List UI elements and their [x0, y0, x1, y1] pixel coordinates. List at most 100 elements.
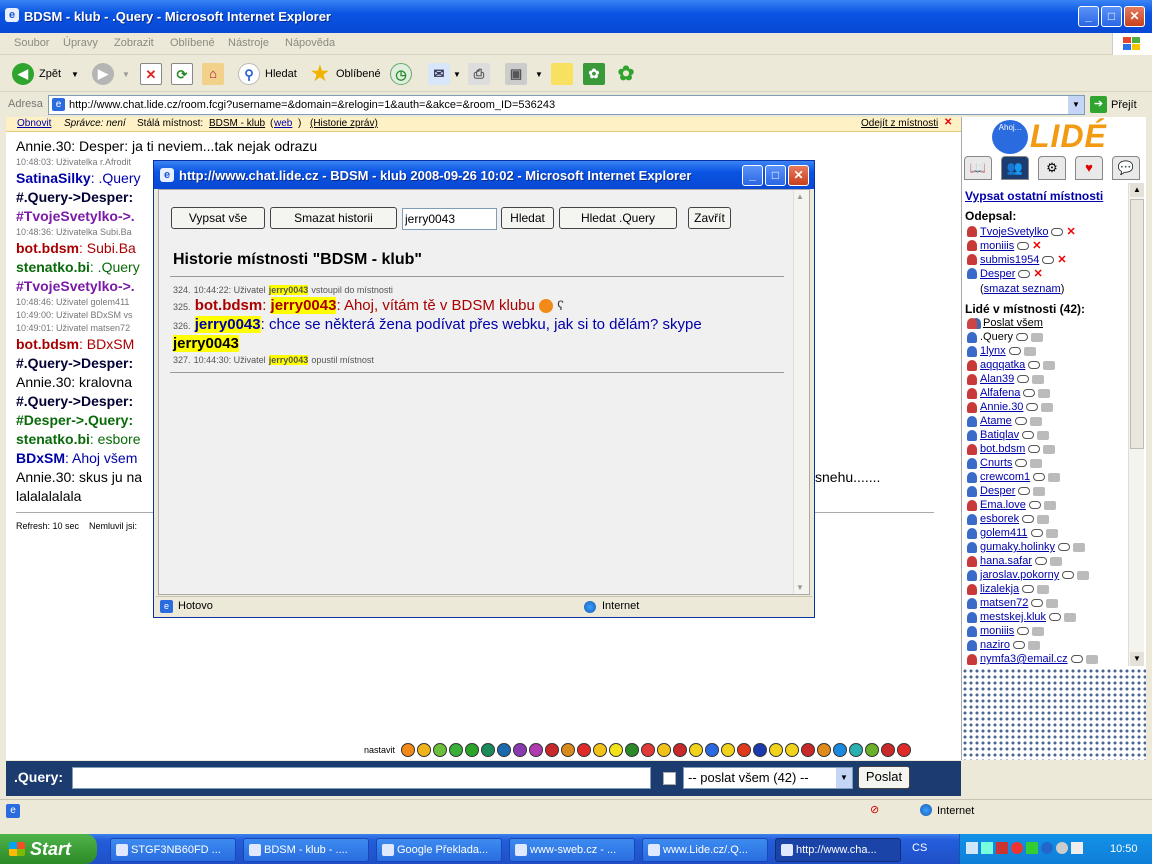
camera-icon[interactable]: [1046, 598, 1059, 608]
smiley-icon[interactable]: [673, 743, 688, 757]
smiley-icon[interactable]: [897, 743, 912, 757]
smiley-icon[interactable]: [769, 743, 784, 757]
camera-icon[interactable]: [1033, 486, 1046, 496]
other-rooms-link[interactable]: Vypsat ostatní místnosti: [965, 189, 1103, 203]
smiley-icon[interactable]: [433, 743, 448, 757]
message-bubble-icon[interactable]: [1070, 655, 1083, 663]
send-button[interactable]: Poslat: [858, 766, 910, 789]
smiley-icon[interactable]: [545, 743, 560, 757]
tray-app-icon[interactable]: [1056, 842, 1068, 854]
taskbar-item[interactable]: BDSM - klub - ....: [243, 838, 369, 862]
person-link[interactable]: Cnurts: [980, 457, 1012, 469]
taskbar-item[interactable]: STGF3NB60FD ...: [110, 838, 236, 862]
sidebar-scrollbar[interactable]: ▲ ▼: [1128, 183, 1144, 666]
scroll-up-icon[interactable]: ▲: [796, 192, 804, 201]
camera-icon[interactable]: [1043, 360, 1056, 370]
taskbar-item[interactable]: www.Lide.cz/.Q...: [642, 838, 768, 862]
message-bubble-icon[interactable]: [1017, 375, 1030, 383]
person-link[interactable]: Batiqlav: [980, 429, 1019, 441]
menu-favorites[interactable]: Oblíbené: [170, 37, 215, 49]
message-bubble-icon[interactable]: [1022, 515, 1035, 523]
popup-scrollbar[interactable]: ▲ ▼: [793, 190, 809, 594]
smiley-icon[interactable]: [513, 743, 528, 757]
minimize-button[interactable]: _: [1078, 6, 1099, 27]
person-link[interactable]: naziro: [980, 639, 1010, 651]
smiley-icon[interactable]: [753, 743, 768, 757]
smiley-icon[interactable]: [465, 743, 480, 757]
tray-app-icon[interactable]: [981, 842, 993, 854]
message-bubble-icon[interactable]: [1008, 347, 1021, 355]
notes-button[interactable]: [551, 62, 573, 86]
camera-icon[interactable]: [1041, 402, 1054, 412]
tab-settings-icon[interactable]: ⚙: [1038, 156, 1066, 180]
maximize-button[interactable]: □: [1101, 6, 1122, 27]
tab-chat-icon[interactable]: 💬: [1112, 156, 1140, 180]
camera-icon[interactable]: [1027, 640, 1040, 650]
smiley-icon[interactable]: [801, 743, 816, 757]
tab-book-icon[interactable]: 📖: [964, 156, 992, 180]
stop-button[interactable]: ✕: [140, 62, 162, 86]
refresh-link[interactable]: Obnovit: [17, 118, 51, 129]
smiley-icon[interactable]: [481, 743, 496, 757]
tray-app-icon[interactable]: [966, 842, 978, 854]
message-bubble-icon[interactable]: [1022, 585, 1035, 593]
smiley-icon[interactable]: [657, 743, 672, 757]
smiley-icon[interactable]: [849, 743, 864, 757]
message-bubble-icon[interactable]: [1026, 403, 1039, 411]
person-link[interactable]: Annie.30: [980, 401, 1023, 413]
message-bubble-icon[interactable]: [1028, 501, 1041, 509]
show-all-button[interactable]: Vypsat vše: [171, 207, 265, 229]
taskbar-item[interactable]: Google Překlada...: [376, 838, 502, 862]
close-popup-button[interactable]: Zavřít: [688, 207, 731, 229]
message-bubble-icon[interactable]: [1042, 255, 1055, 264]
address-input[interactable]: e http://www.chat.lide.cz/room.fcgi?user…: [48, 95, 1085, 115]
remove-icon[interactable]: ✕: [1032, 239, 1041, 252]
person-link[interactable]: aqqqatka: [980, 359, 1025, 371]
forward-button[interactable]: ▶ ▼: [92, 62, 130, 86]
smiley-icon[interactable]: [561, 743, 576, 757]
message-bubble-icon[interactable]: [1017, 241, 1030, 250]
smiley-icon[interactable]: [865, 743, 880, 757]
camera-icon[interactable]: [1032, 374, 1045, 384]
remove-icon[interactable]: ✕: [1066, 225, 1075, 238]
chevron-down-icon[interactable]: ▼: [122, 70, 130, 79]
message-bubble-icon[interactable]: [1016, 333, 1029, 341]
taskbar-item[interactable]: http://www.cha...: [775, 838, 901, 862]
message-bubble-icon[interactable]: [1018, 487, 1031, 495]
message-bubble-icon[interactable]: [1028, 445, 1041, 453]
go-button[interactable]: ➔ Přejít: [1090, 96, 1137, 113]
camera-icon[interactable]: [1031, 332, 1044, 342]
smiley-icon[interactable]: [721, 743, 736, 757]
room-link[interactable]: BDSM - klub: [209, 118, 265, 129]
search-button[interactable]: ⚲ Hledat: [238, 62, 297, 86]
popup-close-button[interactable]: ✕: [788, 165, 809, 186]
taskbar-item[interactable]: www-sweb.cz - ...: [509, 838, 635, 862]
person-link[interactable]: moniiis: [980, 625, 1014, 637]
smiley-icon[interactable]: [529, 743, 544, 757]
menu-view[interactable]: Zobrazit: [114, 37, 154, 49]
camera-icon[interactable]: [1023, 346, 1036, 356]
person-link[interactable]: matsen72: [980, 597, 1028, 609]
person-link[interactable]: 1lynx: [980, 345, 1006, 357]
message-bubble-icon[interactable]: [1049, 613, 1062, 621]
chevron-down-icon[interactable]: ▼: [71, 70, 79, 79]
history-search-input[interactable]: [402, 208, 497, 230]
smiley-icon[interactable]: [577, 743, 592, 757]
away-user-link[interactable]: TvojeSvetylko: [980, 226, 1048, 238]
leave-room-link[interactable]: Odejít z místnosti: [861, 118, 938, 129]
camera-icon[interactable]: [1073, 542, 1085, 552]
tray-security-icon[interactable]: [1011, 842, 1023, 854]
smiley-icon[interactable]: [833, 743, 848, 757]
web-link[interactable]: web: [274, 118, 292, 129]
person-link[interactable]: mestskej.kluk: [980, 611, 1046, 623]
away-user-link[interactable]: submis1954: [980, 254, 1039, 266]
recipient-select[interactable]: -- poslat všem (42) -- ▼: [683, 767, 853, 789]
edit-button[interactable]: ▣ ▼: [505, 62, 543, 86]
tray-app-icon[interactable]: [1026, 842, 1038, 854]
send-all-link[interactable]: Poslat všem: [983, 317, 1043, 329]
camera-icon[interactable]: [1085, 654, 1098, 664]
person-link[interactable]: Desper: [980, 485, 1015, 497]
search-button[interactable]: Hledat: [501, 207, 554, 229]
message-bubble-icon[interactable]: [1062, 571, 1075, 579]
person-link[interactable]: Atame: [980, 415, 1012, 427]
